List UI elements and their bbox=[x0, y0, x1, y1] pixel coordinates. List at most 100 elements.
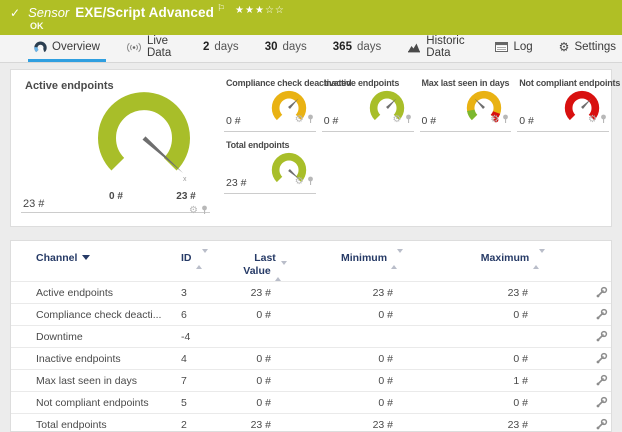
channel-last-value: 23 # bbox=[229, 287, 301, 299]
wrench-icon[interactable] bbox=[595, 308, 608, 321]
tab-2-days-number: 2 bbox=[203, 41, 209, 53]
channel-last-value: 23 # bbox=[229, 419, 301, 431]
tab-settings-label: Settings bbox=[574, 41, 616, 53]
column-header-last-value[interactable]: Last Value bbox=[229, 252, 301, 277]
status-ok-check-icon: ✓ bbox=[10, 6, 20, 20]
tile-value: 23 # bbox=[226, 177, 246, 189]
wrench-icon[interactable] bbox=[595, 374, 608, 387]
gauge-tile-inactive-endpoints: Inactive endpoints 0 # ⚙ bbox=[322, 76, 414, 132]
tile-value: 0 # bbox=[422, 115, 437, 127]
channel-name[interactable]: Active endpoints bbox=[36, 287, 181, 299]
live-signal-icon bbox=[126, 42, 142, 53]
channel-id: 7 bbox=[181, 375, 229, 387]
channel-name[interactable]: Inactive endpoints bbox=[36, 353, 181, 365]
table-row: Inactive endpoints 4 0 # 0 # 0 # bbox=[11, 347, 611, 369]
channel-maximum: 23 # bbox=[443, 287, 583, 299]
channel-name[interactable]: Total endpoints bbox=[36, 419, 181, 431]
gauges-panel: Active endpoints x 0 # 23 # 23 # ⚙ Compl… bbox=[10, 69, 612, 227]
log-icon bbox=[495, 42, 508, 52]
channel-last-value: 0 # bbox=[229, 309, 301, 321]
tab-overview[interactable]: Overview bbox=[28, 35, 106, 62]
wrench-icon[interactable] bbox=[595, 352, 608, 365]
sort-icon bbox=[196, 253, 208, 265]
channel-minimum: 0 # bbox=[301, 309, 443, 321]
channel-gear-icon[interactable]: ⚙ bbox=[189, 206, 198, 216]
tab-log[interactable]: Log bbox=[489, 35, 538, 62]
column-header-id[interactable]: ID bbox=[181, 252, 229, 265]
channel-id: 4 bbox=[181, 353, 229, 365]
empty-cell bbox=[322, 138, 414, 194]
channel-gear-icon[interactable]: ⚙ bbox=[490, 115, 499, 125]
tab-log-label: Log bbox=[513, 41, 532, 53]
channel-minimum: 23 # bbox=[301, 287, 443, 299]
pin-icon[interactable] bbox=[201, 202, 208, 220]
channel-name[interactable]: Compliance check deacti... bbox=[36, 309, 181, 321]
channel-gear-icon[interactable]: ⚙ bbox=[295, 115, 304, 125]
pin-icon[interactable] bbox=[307, 173, 314, 191]
gauge-tile-total-endpoints: Total endpoints 23 # ⚙ bbox=[224, 138, 316, 194]
pin-icon[interactable] bbox=[502, 111, 509, 129]
channel-id: 3 bbox=[181, 287, 229, 299]
table-row: Max last seen in days 7 0 # 0 # 1 # bbox=[11, 369, 611, 391]
table-row: Downtime -4 bbox=[11, 325, 611, 347]
sort-icon bbox=[533, 253, 545, 265]
channel-gear-icon[interactable]: ⚙ bbox=[393, 115, 402, 125]
main-gauge-active-endpoints: Active endpoints x 0 # 23 # 23 # ⚙ bbox=[11, 70, 226, 226]
channel-gear-icon[interactable]: ⚙ bbox=[588, 115, 597, 125]
channel-maximum: 0 # bbox=[443, 397, 583, 409]
tab-historic-data[interactable]: Historic Data bbox=[401, 35, 475, 62]
tab-2-days-label: days bbox=[214, 41, 238, 53]
tab-365-days[interactable]: 365 days bbox=[327, 35, 387, 62]
gauge-max-label: 23 # bbox=[169, 191, 203, 202]
channel-name[interactable]: Not compliant endpoints bbox=[36, 397, 181, 409]
tab-30-days[interactable]: 30 days bbox=[259, 35, 313, 62]
table-row: Compliance check deacti... 6 0 # 0 # 0 # bbox=[11, 303, 611, 325]
channel-gear-icon[interactable]: ⚙ bbox=[295, 177, 304, 187]
column-header-minimum[interactable]: Minimum bbox=[301, 252, 443, 265]
wrench-icon[interactable] bbox=[595, 396, 608, 409]
empty-cell bbox=[517, 138, 609, 194]
wrench-icon[interactable] bbox=[595, 418, 608, 431]
object-kind-label: Sensor bbox=[28, 5, 69, 20]
flag-icon[interactable]: ⚐ bbox=[217, 3, 225, 14]
tab-30-days-label: days bbox=[282, 41, 306, 53]
tab-bar: Overview Live Data 2 days 30 days 365 bbox=[0, 35, 622, 63]
gauge-tile-not-compliant-endpoints: Not compliant endpoints 0 # ⚙ bbox=[517, 76, 609, 132]
empty-cell bbox=[420, 138, 512, 194]
table-row: Not compliant endpoints 5 0 # 0 # 0 # bbox=[11, 391, 611, 413]
channel-id: -4 bbox=[181, 331, 229, 343]
channel-name[interactable]: Max last seen in days bbox=[36, 375, 181, 387]
pin-icon[interactable] bbox=[600, 111, 607, 129]
tile-value: 0 # bbox=[324, 115, 339, 127]
tab-365-days-number: 365 bbox=[333, 41, 352, 53]
tab-historic-data-label: Historic Data bbox=[426, 35, 469, 59]
channel-maximum: 23 # bbox=[443, 419, 583, 431]
channel-last-value: 0 # bbox=[229, 353, 301, 365]
tab-live-data[interactable]: Live Data bbox=[120, 35, 183, 62]
divider bbox=[21, 212, 210, 213]
channel-last-value: 0 # bbox=[229, 375, 301, 387]
main-gauge-value: 23 # bbox=[23, 198, 44, 210]
column-header-maximum[interactable]: Maximum bbox=[443, 252, 583, 265]
pin-icon[interactable] bbox=[307, 111, 314, 129]
priority-stars[interactable]: ★★★☆☆ bbox=[235, 5, 285, 16]
wrench-icon[interactable] bbox=[595, 286, 608, 299]
tab-30-days-number: 30 bbox=[265, 41, 278, 53]
wrench-icon[interactable] bbox=[595, 330, 608, 343]
sort-icon bbox=[275, 265, 287, 277]
gauge-tiles-grid: Compliance check deactivated 0 # ⚙ Inact… bbox=[224, 76, 609, 198]
tab-2-days[interactable]: 2 days bbox=[197, 35, 245, 62]
tab-settings[interactable]: ⚙ Settings bbox=[553, 35, 622, 62]
pin-icon[interactable] bbox=[405, 111, 412, 129]
gear-icon: ⚙ bbox=[559, 41, 570, 53]
column-header-channel[interactable]: Channel bbox=[36, 252, 181, 264]
sort-icon bbox=[391, 253, 403, 265]
tile-value: 0 # bbox=[226, 115, 241, 127]
channel-minimum: 0 # bbox=[301, 375, 443, 387]
channel-table-panel: Channel ID Last Value Minimum Maximum Ac… bbox=[10, 240, 612, 432]
channel-minimum: 23 # bbox=[301, 419, 443, 431]
tab-live-data-label: Live Data bbox=[147, 35, 177, 59]
prtg-sensor-page: ✓ Sensor EXE/Script Advanced ⚐ ★★★☆☆ OK … bbox=[0, 0, 622, 432]
channel-name[interactable]: Downtime bbox=[36, 331, 181, 343]
table-row: Active endpoints 3 23 # 23 # 23 # bbox=[11, 281, 611, 303]
